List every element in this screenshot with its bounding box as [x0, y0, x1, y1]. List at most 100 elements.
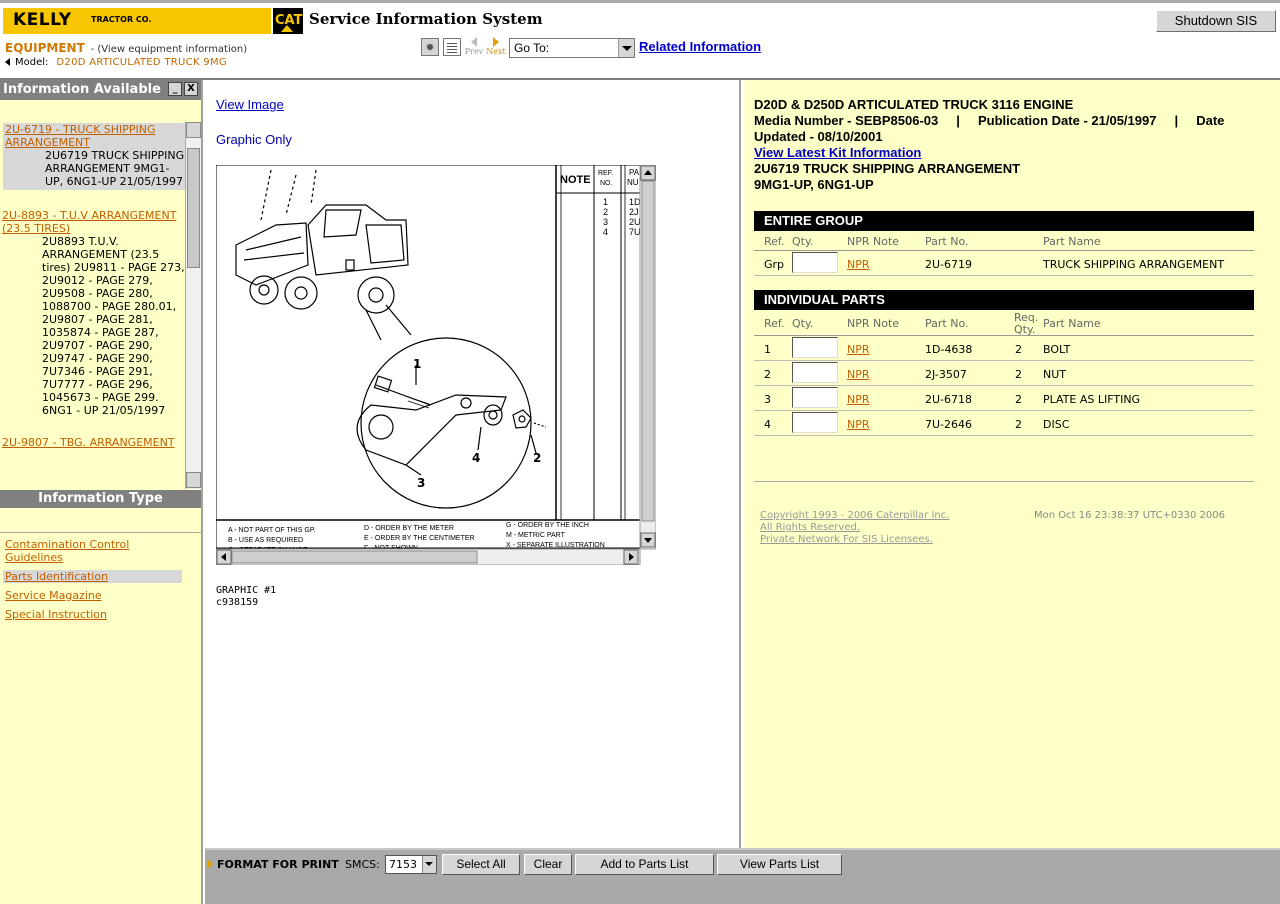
list-item-title[interactable]: 2U-8893 - T.U.V ARRANGEMENT (23.5 TIRES) — [2, 209, 185, 235]
qty-input[interactable] — [792, 337, 838, 358]
qty-input[interactable] — [792, 387, 838, 408]
entire-group-bar: ENTIRE GROUP — [754, 211, 1254, 231]
svg-text:A - NOT PART OF THIS GP.: A - NOT PART OF THIS GP. — [228, 527, 316, 534]
doc-serial-range: 9MG1-UP, 6NG1-UP — [754, 177, 874, 192]
qty-input[interactable] — [792, 362, 838, 383]
info-type-contamination[interactable]: Contamination Control Guidelines — [3, 538, 182, 564]
callout-4: 4 — [472, 451, 480, 465]
svg-text:G - ORDER BY THE INCH: G - ORDER BY THE INCH — [506, 522, 589, 529]
callout-2: 2 — [533, 451, 541, 465]
right-panel: D20D & D250D ARTICULATED TRUCK 3116 ENGI… — [743, 80, 1280, 848]
npr-link[interactable]: NPR — [847, 258, 870, 271]
scrollbar[interactable] — [185, 122, 201, 489]
copyright-notice[interactable]: Copyright 1993 - 2006 Caterpillar Inc. A… — [760, 510, 949, 546]
view-parts-list-button[interactable]: View Parts List — [717, 854, 842, 875]
add-to-parts-list-button[interactable]: Add to Parts List — [575, 854, 714, 875]
prev-arrow-icon — [471, 37, 477, 47]
col-ref: REF. — [598, 170, 613, 177]
list-item[interactable]: 2U-8893 - T.U.V ARRANGEMENT (23.5 TIRES)… — [0, 209, 185, 417]
info-type-special-instruction[interactable]: Special Instruction — [3, 608, 182, 621]
part-frag-4: 7U — [629, 227, 641, 237]
table-row: 3 NPR 2U-6718 2 PLATE AS LIFTING — [754, 386, 1254, 411]
npr-link[interactable]: NPR — [847, 393, 870, 406]
table-row: Grp NPR 2U-6719 TRUCK SHIPPING ARRANGEME… — [754, 251, 1254, 276]
smcs-select[interactable]: 7153 — [385, 855, 437, 874]
graphic-only-label: Graphic Only — [216, 132, 292, 147]
info-type-list: Contamination Control Guidelines Parts I… — [0, 538, 201, 627]
part-frag-3: 2U — [629, 217, 641, 227]
clear-button[interactable]: Clear — [524, 854, 572, 875]
qty-input[interactable] — [792, 412, 838, 433]
system-title: Service Information System — [309, 10, 543, 28]
smcs-label: SMCS: — [345, 858, 380, 871]
bottom-toolbar: FORMAT FOR PRINT SMCS: 7153 Select All C… — [205, 848, 1280, 904]
back-arrow-icon[interactable] — [5, 58, 10, 66]
divider — [754, 481, 1254, 482]
format-for-print-link[interactable]: FORMAT FOR PRINT — [217, 858, 339, 871]
qty-input[interactable] — [792, 252, 838, 273]
scroll-down-icon[interactable] — [186, 472, 201, 488]
entire-group-header: Ref. Qty. NPR Note Part No. Part Name — [754, 231, 1254, 251]
equipment-sub-label[interactable]: - (View equipment information) — [91, 44, 248, 55]
ref-3: 3 — [603, 217, 608, 227]
svg-text:B - USE AS REQUIRED: B - USE AS REQUIRED — [228, 537, 303, 544]
equipment-label[interactable]: EQUIPMENT — [5, 41, 85, 55]
ref-4: 4 — [603, 227, 608, 237]
minimize-button[interactable]: _ — [168, 82, 182, 96]
doc-media-line: Media Number - SEBP8506-03 | Publication… — [754, 113, 1225, 128]
next-button[interactable]: Next — [485, 36, 507, 58]
callout-3: 3 — [417, 476, 425, 490]
info-type-service-magazine[interactable]: Service Magazine — [3, 589, 182, 602]
document-icon[interactable] — [443, 38, 461, 56]
npr-link[interactable]: NPR — [847, 418, 870, 431]
arrow-right-icon — [207, 859, 213, 869]
info-type-header: Information Type — [0, 490, 201, 508]
graphic-label: GRAPHIC #1 — [216, 585, 277, 596]
list-item-title[interactable]: 2U-6719 - TRUCK SHIPPING ARRANGEMENT — [5, 123, 185, 149]
view-image-link[interactable]: View Image — [216, 97, 284, 112]
prev-button[interactable]: Prev — [463, 36, 485, 58]
model-row: Model: D20D ARTICULATED TRUCK 9MG — [5, 57, 227, 68]
npr-link[interactable]: NPR — [847, 343, 870, 356]
graphic-id: c938159 — [216, 597, 259, 608]
parts-illustration: 1 2 3 4 NOTE REF. NO. PA NU 1 2 3 4 1D 2… — [216, 165, 656, 565]
list-item[interactable]: 2U-6719 - TRUCK SHIPPING ARRANGEMENT 2U6… — [3, 123, 185, 190]
list-item[interactable]: 2U-9807 - TBG. ARRANGEMENT — [0, 436, 185, 449]
select-all-button[interactable]: Select All — [442, 854, 520, 875]
individual-parts-header: Ref. Qty. NPR Note Part No. Req. Qty. Pa… — [754, 310, 1254, 336]
scroll-up-icon[interactable] — [186, 122, 201, 138]
equipment-row: EQUIPMENT - (View equipment information) — [5, 41, 247, 55]
chevron-down-icon[interactable] — [618, 39, 634, 57]
scroll-thumb[interactable] — [187, 148, 200, 268]
table-row: 2 NPR 2J-3507 2 NUT — [754, 361, 1254, 386]
callout-1: 1 — [413, 357, 421, 371]
related-information-link[interactable]: Related Information — [639, 39, 761, 54]
col-note: NOTE — [560, 174, 591, 186]
info-type-parts-identification[interactable]: Parts Identification — [3, 570, 182, 583]
svg-text:X - SEPARATE ILLUSTRATION: X - SEPARATE ILLUSTRATION — [506, 542, 605, 549]
list-item-title[interactable]: 2U-9807 - TBG. ARRANGEMENT — [2, 436, 185, 449]
chevron-down-icon[interactable] — [422, 856, 436, 873]
doc-updated-line: Updated - 08/10/2001 — [754, 129, 883, 144]
datestamp: Mon Oct 16 23:38:37 UTC+0330 2006 — [1034, 510, 1226, 521]
doc-group-title: 2U6719 TRUCK SHIPPING ARRANGEMENT — [754, 161, 1021, 176]
goto-select[interactable]: Go To: — [509, 38, 635, 58]
model-label: Model: — [15, 57, 49, 68]
search-icon[interactable] — [421, 38, 439, 56]
table-row: 1 NPR 1D-4638 2 BOLT — [754, 336, 1254, 361]
table-row: 4 NPR 7U-2646 2 DISC — [754, 411, 1254, 436]
svg-text:D - ORDER BY THE METER: D - ORDER BY THE METER — [364, 525, 454, 532]
divider — [0, 532, 201, 533]
list-item-desc: 2U8893 T.U.V. ARRANGEMENT (23.5 tires) 2… — [42, 235, 185, 417]
col-ref-2: NO. — [600, 180, 613, 187]
left-panel: Information Available _ X 2U-6719 - TRUC… — [0, 80, 203, 904]
ref-1: 1 — [603, 197, 608, 207]
part-frag-2: 2J — [629, 207, 639, 217]
next-arrow-icon — [493, 37, 499, 47]
close-button[interactable]: X — [184, 82, 198, 96]
shutdown-button[interactable]: Shutdown SIS — [1156, 10, 1276, 32]
kit-info-link[interactable]: View Latest Kit Information — [754, 145, 921, 160]
info-available-list: 2U-6719 - TRUCK SHIPPING ARRANGEMENT 2U6… — [0, 123, 185, 488]
document-heading: D20D & D250D ARTICULATED TRUCK 3116 ENGI… — [754, 97, 1254, 193]
npr-link[interactable]: NPR — [847, 368, 870, 381]
